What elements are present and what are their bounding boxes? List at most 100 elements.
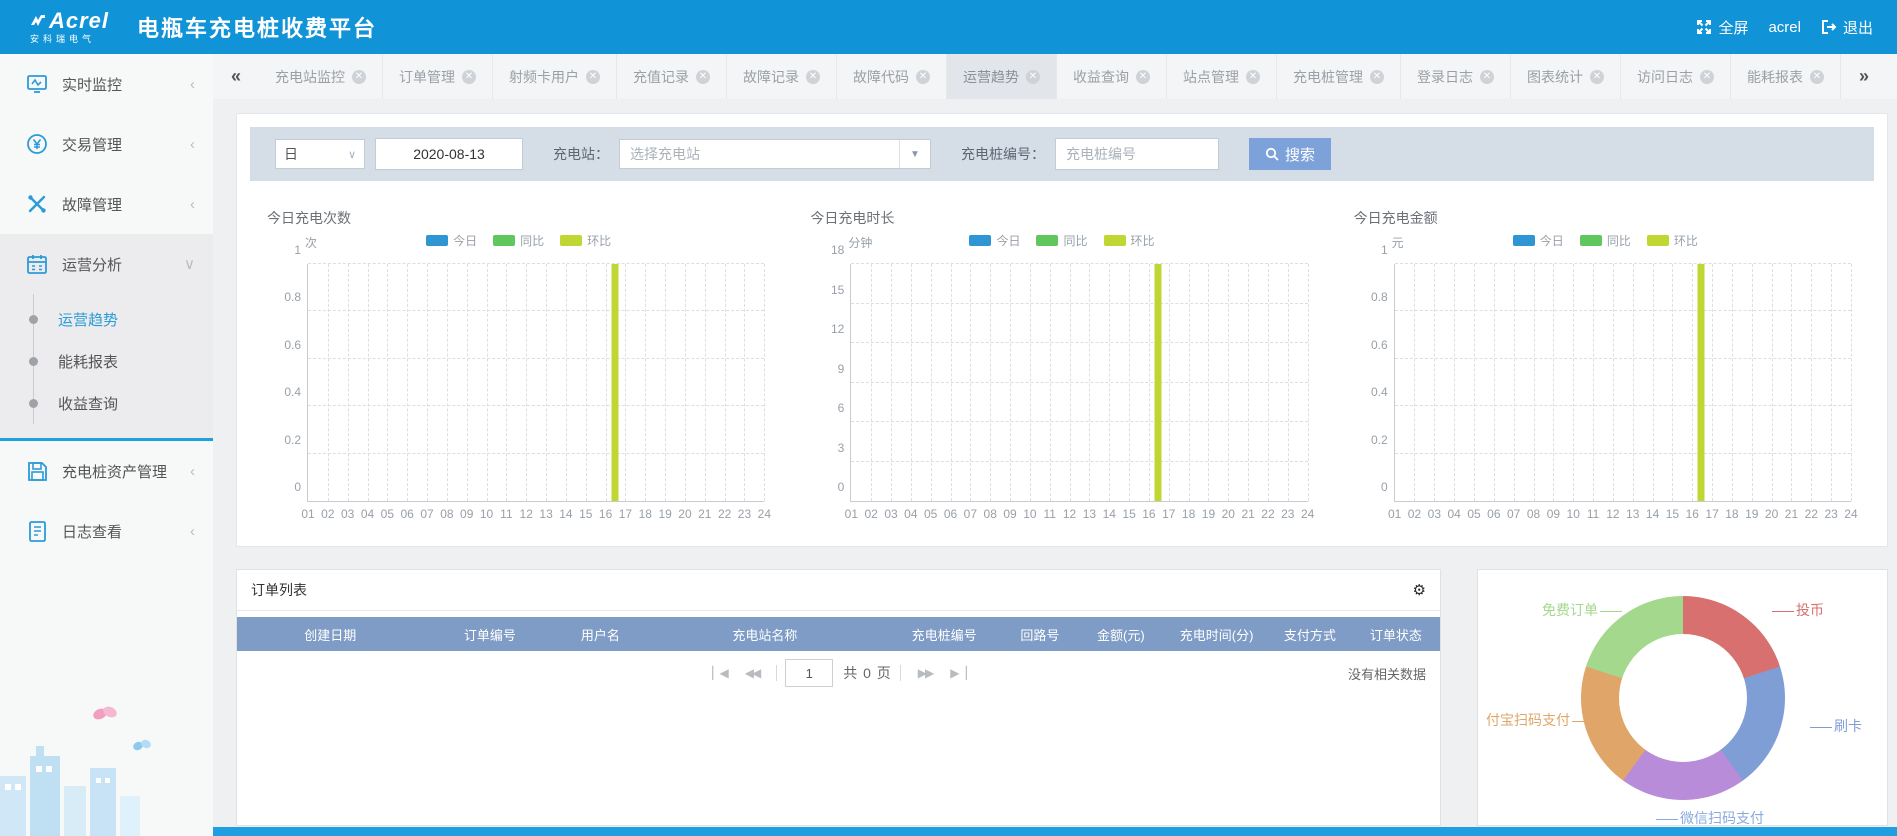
chevron-left-icon: ‹ bbox=[190, 523, 195, 540]
x-axis-tick-label: 03 bbox=[1428, 507, 1441, 521]
tab-close-icon[interactable]: ✕ bbox=[1700, 70, 1714, 84]
gridline bbox=[566, 264, 567, 501]
next-page-button[interactable]: ▶▶ bbox=[918, 666, 932, 680]
legend-item-今日[interactable]: 今日 bbox=[969, 232, 1020, 249]
tab-运营趋势[interactable]: 运营趋势✕ bbox=[947, 54, 1057, 99]
tab-充值记录[interactable]: 充值记录✕ bbox=[617, 54, 727, 99]
tab-充电桩管理[interactable]: 充电桩管理✕ bbox=[1277, 54, 1401, 99]
legend-item-同比[interactable]: 同比 bbox=[493, 232, 544, 249]
tab-故障记录[interactable]: 故障记录✕ bbox=[727, 54, 837, 99]
tab-能耗报表[interactable]: 能耗报表 ✕ bbox=[1731, 54, 1841, 99]
legend-item-环比[interactable]: 环比 bbox=[1647, 232, 1698, 249]
sidebar-item-交易管理[interactable]: 交易管理‹ bbox=[0, 114, 213, 174]
label-leader-line bbox=[1772, 611, 1794, 612]
tab-收益查询[interactable]: 收益查询✕ bbox=[1057, 54, 1167, 99]
order-list-panel: 订单列表 ⚙ 创建日期订单编号用户名充电站名称充电桩编号回路号金额(元)充电时间… bbox=[236, 569, 1441, 826]
sidebar-subitem-运营趋势[interactable]: 运营趋势 bbox=[0, 298, 213, 340]
chevron-left-icon: ‹ bbox=[190, 463, 195, 480]
divider bbox=[776, 665, 777, 681]
column-header-订单编号: 订单编号 bbox=[424, 625, 557, 644]
tab-站点管理[interactable]: 站点管理✕ bbox=[1167, 54, 1277, 99]
period-select[interactable]: 日 ∨ bbox=[275, 139, 365, 169]
order-list-title: 订单列表 bbox=[251, 580, 307, 600]
chevron-down-icon: ▼ bbox=[899, 140, 930, 168]
previous-page-button[interactable]: ◀◀ bbox=[745, 666, 759, 680]
logo: Acrel 安科瑞电气 bbox=[30, 10, 109, 44]
user-menu[interactable]: acrel bbox=[1768, 19, 1801, 36]
first-page-button[interactable]: ▏◀ bbox=[712, 666, 726, 680]
bottom-accent-strip bbox=[213, 827, 1897, 836]
tab-充电站监控[interactable]: 充电站监控 ✕ bbox=[259, 54, 383, 99]
tab-close-icon[interactable]: ✕ bbox=[1590, 70, 1604, 84]
legend-item-同比[interactable]: 同比 bbox=[1036, 232, 1087, 249]
tab-close-icon[interactable]: ✕ bbox=[462, 70, 476, 84]
tab-close-icon[interactable]: ✕ bbox=[352, 70, 366, 84]
sidebar-item-日志查看[interactable]: 日志查看 ‹ bbox=[0, 501, 213, 561]
bar-环比[interactable] bbox=[611, 264, 618, 501]
x-axis-tick-label: 19 bbox=[1745, 507, 1758, 521]
tab-图表统计[interactable]: 图表统计✕ bbox=[1511, 54, 1621, 99]
sidebar-subitem-能耗报表[interactable]: 能耗报表 bbox=[0, 340, 213, 382]
tab-close-icon[interactable]: ✕ bbox=[1026, 70, 1040, 84]
gridline bbox=[851, 342, 1307, 343]
tab-close-icon[interactable]: ✕ bbox=[1246, 70, 1260, 84]
tab-close-icon[interactable]: ✕ bbox=[1480, 70, 1494, 84]
last-page-button[interactable]: ▶▕ bbox=[950, 666, 964, 680]
payment-method-donut-chart[interactable] bbox=[1581, 596, 1785, 800]
tab-close-icon[interactable]: ✕ bbox=[806, 70, 820, 84]
gridline bbox=[871, 264, 872, 501]
legend-item-同比[interactable]: 同比 bbox=[1580, 232, 1631, 249]
page-number-input[interactable] bbox=[785, 659, 833, 687]
search-button[interactable]: 搜索 bbox=[1249, 138, 1331, 170]
station-select[interactable]: 选择充电站 ▼ bbox=[619, 139, 931, 169]
close-operations-menu[interactable]: 关闭操作 bbox=[1887, 54, 1897, 99]
legend-label: 同比 bbox=[1063, 232, 1087, 249]
tab-订单管理[interactable]: 订单管理✕ bbox=[383, 54, 493, 99]
username: acrel bbox=[1768, 19, 1801, 36]
x-axis-tick-label: 16 bbox=[1142, 507, 1155, 521]
x-axis-tick-label: 09 bbox=[1547, 507, 1560, 521]
bar-环比[interactable] bbox=[1698, 264, 1705, 501]
legend-swatch bbox=[1036, 235, 1058, 246]
tabs-scroll-left-button[interactable]: « bbox=[213, 54, 259, 99]
tabs-scroll-right-button[interactable]: » bbox=[1841, 54, 1887, 99]
x-axis-tick-label: 07 bbox=[420, 507, 433, 521]
sidebar-item-故障管理[interactable]: 故障管理‹ bbox=[0, 174, 213, 234]
gridline bbox=[1573, 264, 1574, 501]
pile-number-input[interactable] bbox=[1055, 138, 1219, 170]
bullet-icon bbox=[29, 315, 38, 324]
tab-射频卡用户[interactable]: 射频卡用户✕ bbox=[493, 54, 617, 99]
logout-button[interactable]: 退出 bbox=[1821, 17, 1873, 38]
legend-item-今日[interactable]: 今日 bbox=[426, 232, 477, 249]
chevron-left-icon: ‹ bbox=[190, 76, 195, 93]
gridline bbox=[1395, 263, 1851, 264]
tab-close-icon[interactable]: ✕ bbox=[1810, 70, 1824, 84]
tab-close-icon[interactable]: ✕ bbox=[586, 70, 600, 84]
tab-访问日志[interactable]: 访问日志✕ bbox=[1621, 54, 1731, 99]
chart-meta: 次今日同比环比 bbox=[261, 230, 776, 252]
tab-故障代码[interactable]: 故障代码✕ bbox=[837, 54, 947, 99]
tab-close-icon[interactable]: ✕ bbox=[696, 70, 710, 84]
station-label: 充电站： bbox=[553, 144, 609, 164]
sidebar-item-实时监控[interactable]: 实时监控‹ bbox=[0, 54, 213, 114]
tab-close-icon[interactable]: ✕ bbox=[916, 70, 930, 84]
legend-item-环比[interactable]: 环比 bbox=[1104, 232, 1155, 249]
legend-item-今日[interactable]: 今日 bbox=[1513, 232, 1564, 249]
gear-icon[interactable]: ⚙ bbox=[1413, 581, 1426, 599]
sidebar-subitem-收益查询[interactable]: 收益查询 bbox=[0, 382, 213, 424]
column-header-用户名: 用户名 bbox=[556, 625, 644, 644]
sidebar-item-运营分析[interactable]: 运营分析∨ bbox=[0, 234, 213, 294]
tab-label: 充电站监控 bbox=[275, 67, 345, 87]
date-input[interactable] bbox=[375, 138, 523, 170]
gridline bbox=[407, 264, 408, 501]
period-value: 日 bbox=[284, 144, 298, 164]
tab-close-icon[interactable]: ✕ bbox=[1136, 70, 1150, 84]
tab-登录日志[interactable]: 登录日志✕ bbox=[1401, 54, 1511, 99]
fullscreen-button[interactable]: 全屏 bbox=[1696, 17, 1748, 38]
tab-close-icon[interactable]: ✕ bbox=[1370, 70, 1384, 84]
tab-label: 能耗报表 bbox=[1747, 67, 1803, 87]
sidebar-item-充电桩资产管理[interactable]: 充电桩资产管理‹ bbox=[0, 441, 213, 501]
bar-环比[interactable] bbox=[1154, 264, 1161, 501]
legend-item-环比[interactable]: 环比 bbox=[560, 232, 611, 249]
sidebar-item-label: 日志查看 bbox=[62, 521, 122, 542]
